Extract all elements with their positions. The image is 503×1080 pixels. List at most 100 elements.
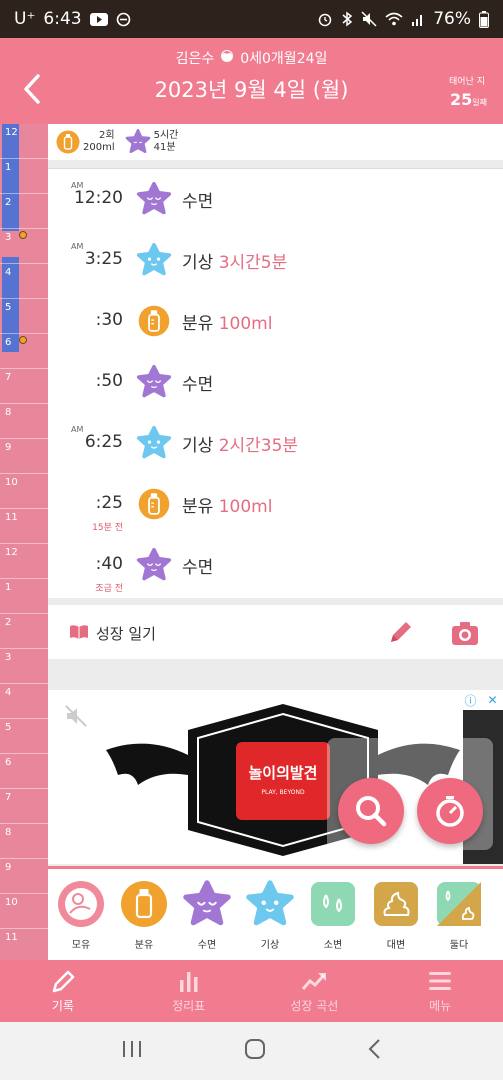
growth-chart-icon — [300, 968, 328, 994]
quick-add-poop[interactable]: 대변 — [367, 879, 425, 961]
breastfeed-icon — [56, 879, 106, 929]
youtube-icon — [89, 12, 108, 26]
timeline-hour: 6 — [0, 334, 48, 369]
quick-add-label: 소변 — [323, 940, 343, 951]
photo-diary-button[interactable] — [450, 619, 480, 647]
clock: 6:43 — [43, 9, 82, 29]
record-row-sleep[interactable]: :40 조금 전 수면 — [48, 535, 503, 594]
nav-tab-3[interactable]: 메뉴 — [377, 960, 503, 1022]
timeline-hour: 1 — [0, 579, 48, 614]
stopwatch-icon — [436, 796, 464, 827]
quick-add-label: 수면 — [197, 940, 217, 951]
dnd-icon — [116, 12, 131, 27]
record-label: 수면 — [182, 375, 214, 395]
record-time: :40 — [95, 554, 123, 574]
day-timeline[interactable]: 12 1 2 3 4 5 6 7 8 9 10 11 12 1 2 3 4 5 6 7 8 9 10 11 — [0, 124, 48, 964]
svg-text:PLAY, BEYOND: PLAY, BEYOND — [261, 789, 305, 796]
recent-apps-button[interactable] — [121, 1039, 143, 1063]
diary-title: 성장 일기 — [96, 625, 156, 643]
record-label: 수면 — [182, 558, 214, 578]
app-header: 김은수 0세0개월24일 2023년 9월 4일 (월) 태어난 지 25일째 — [0, 38, 503, 124]
wake-icon — [245, 879, 295, 929]
pencil-icon — [49, 968, 77, 994]
sleep-icon — [136, 181, 172, 217]
timeline-hour: 2 — [0, 614, 48, 649]
quick-add-label: 대변 — [386, 940, 406, 951]
nav-tab-1[interactable]: 정리표 — [126, 960, 252, 1022]
timer-button[interactable] — [417, 778, 483, 844]
timeline-hour: 8 — [0, 404, 48, 439]
baby-info: 김은수 0세0개월24일 — [0, 48, 503, 68]
system-navigation-bar — [0, 1022, 503, 1080]
record-time: 3:25 — [84, 249, 123, 269]
svg-text:놀이의발견: 놀이의발견 — [248, 764, 317, 782]
timeline-hour: 4 — [0, 684, 48, 719]
mute-icon — [361, 11, 377, 27]
bottle-icon — [56, 130, 80, 154]
record-row-sleep[interactable]: AM 12:20 수면 — [48, 169, 503, 227]
record-row-wake[interactable]: AM 6:25 기상 2시간35분 — [48, 413, 503, 471]
battery-icon — [479, 10, 489, 28]
poop-icon — [371, 879, 421, 929]
nav-tab-label: 메뉴 — [429, 999, 452, 1013]
write-diary-button[interactable] — [386, 617, 416, 647]
ad-mute-icon[interactable] — [62, 702, 90, 730]
baby-face-icon — [220, 49, 234, 67]
nav-tab-label: 정리표 — [172, 999, 206, 1013]
quick-add-label: 기상 — [260, 940, 280, 951]
quick-add-pee[interactable]: 소변 — [304, 879, 362, 961]
quick-add-sleep[interactable]: 수면 — [178, 879, 236, 961]
nav-tab-label: 성장 곡선 — [290, 999, 339, 1013]
sleep-icon — [136, 364, 172, 400]
record-detail: 2시간35분 — [218, 436, 299, 456]
search-icon — [356, 796, 387, 827]
record-ampm: AM — [71, 425, 84, 434]
carrier-label: U⁺ — [14, 9, 36, 29]
record-time: :50 — [95, 371, 123, 391]
record-row-sleep[interactable]: :50 수면 — [48, 352, 503, 410]
born-days-value: 25일째 — [450, 90, 487, 109]
summary-feeding: 2회 200ml — [56, 130, 115, 154]
bluetooth-icon — [341, 11, 353, 27]
timeline-hour: 12 — [0, 544, 48, 579]
growth-diary-bar[interactable]: 성장 일기 — [48, 605, 503, 659]
timeline-hour: 3 — [0, 229, 48, 264]
bottle-icon — [136, 303, 172, 339]
ad-close-icon[interactable]: ✕ — [487, 693, 497, 707]
nav-tab-0[interactable]: 기록 — [0, 960, 126, 1022]
record-detail: 100ml — [218, 497, 273, 517]
back-nav-button[interactable] — [367, 1038, 383, 1064]
record-row-wake[interactable]: AM 3:25 기상 3시간5분 — [48, 230, 503, 288]
record-row-formula[interactable]: :25 15분 전 분유 100ml — [48, 474, 503, 533]
bar-chart-icon — [175, 968, 203, 994]
home-button[interactable] — [244, 1038, 266, 1064]
current-date[interactable]: 2023년 9월 4일 (월) — [0, 74, 503, 104]
both-icon — [434, 879, 484, 929]
timeline-hour: 5 — [0, 719, 48, 754]
record-relative-time: 조금 전 — [95, 584, 123, 594]
nav-tab-2[interactable]: 성장 곡선 — [252, 960, 378, 1022]
quick-add-both[interactable]: 둘다 — [430, 879, 488, 961]
timeline-hour: 10 — [0, 474, 48, 509]
sleep-icon — [125, 129, 150, 154]
timeline-hour: 11 — [0, 929, 48, 964]
pee-icon — [308, 879, 358, 929]
timeline-hour: 3 — [0, 649, 48, 684]
quick-add-label: 둘다 — [449, 940, 469, 951]
timeline-hour: 2 — [0, 194, 48, 229]
quick-add-strip: 모유 분유 수면 기상 소변 대변 둘다 — [48, 866, 503, 960]
search-button[interactable] — [338, 778, 404, 844]
record-detail: 100ml — [218, 314, 273, 334]
timeline-hour: 6 — [0, 754, 48, 789]
home-icon — [244, 1039, 265, 1059]
record-list: AM 12:20 수면 AM 3:25 기상 3시간5분:30 분유 100ml :50 수면… — [48, 168, 503, 598]
timeline-hour: 12 — [0, 124, 48, 159]
wake-icon — [136, 242, 172, 278]
timeline-hour: 7 — [0, 369, 48, 404]
quick-add-wake[interactable]: 기상 — [241, 879, 299, 961]
back-icon — [368, 1039, 380, 1059]
record-time: 6:25 — [84, 432, 123, 452]
record-row-formula[interactable]: :30 분유 100ml — [48, 291, 503, 349]
quick-add-breastfeed[interactable]: 모유 — [52, 879, 110, 961]
quick-add-bottle[interactable]: 분유 — [115, 879, 173, 961]
